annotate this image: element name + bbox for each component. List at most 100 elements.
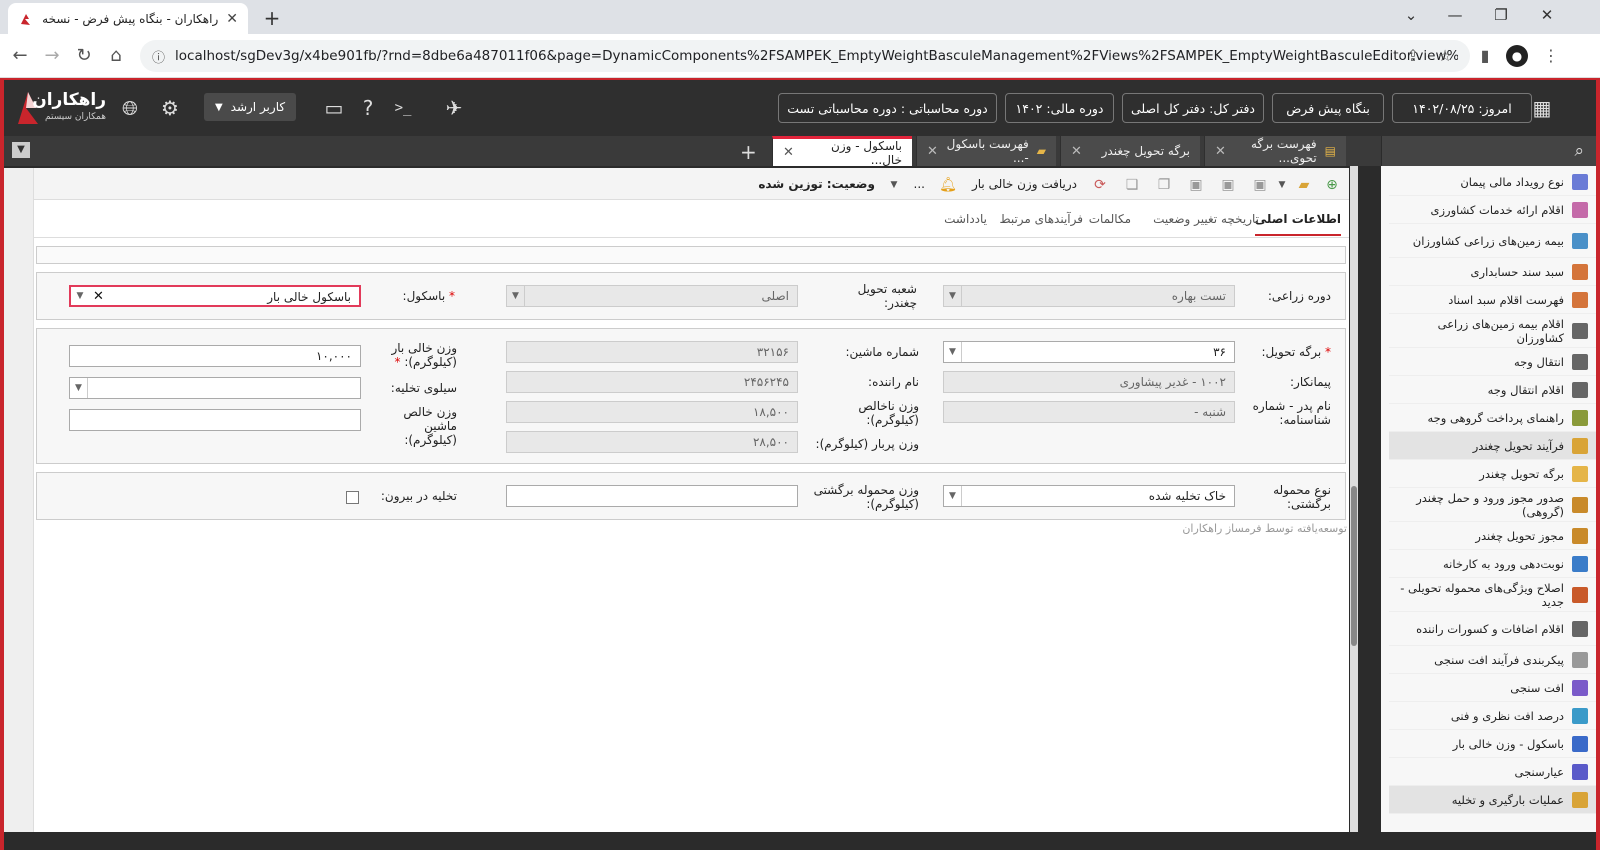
- bell-icon[interactable]: 🔔︎: [939, 176, 957, 194]
- sidebar-item[interactable]: افت سنجی: [1389, 674, 1596, 702]
- more-button[interactable]: ...: [914, 177, 925, 191]
- sidebar-item[interactable]: باسکول - وزن خالی بار: [1389, 730, 1596, 758]
- profile-avatar[interactable]: ●: [1506, 45, 1528, 67]
- delivery-sheet-select[interactable]: ۳۶ ▼: [943, 341, 1235, 363]
- sidebar-item[interactable]: اصلاح ویژگی‌های محموله تحویلی - جدید: [1389, 578, 1596, 612]
- star-icon[interactable]: ☆: [1434, 45, 1456, 67]
- sidebar-item[interactable]: اقلام اضافات و کسورات راننده: [1389, 612, 1596, 646]
- tab-main-info[interactable]: اطلاعات اصلی: [1254, 212, 1341, 236]
- new-tab-icon[interactable]: +: [260, 6, 284, 30]
- sidebar-item[interactable]: اقلام بیمه زمین‌های زراعی کشاورزان: [1389, 314, 1596, 348]
- chevron-down-icon[interactable]: ▼: [1273, 176, 1291, 194]
- info-icon[interactable]: ⓘ: [152, 47, 165, 66]
- sidebar-item[interactable]: سبد سند حسابداری: [1389, 258, 1596, 286]
- sidebar-item[interactable]: مجوز تحویل چغندر: [1389, 522, 1596, 550]
- chevron-down-icon[interactable]: ▼: [71, 287, 89, 305]
- tab-conversations[interactable]: مکالمات: [1089, 212, 1131, 234]
- unload-out-checkbox[interactable]: [346, 491, 359, 504]
- save-as-icon[interactable]: ▣: [1219, 176, 1237, 194]
- sidebar-scrollbar[interactable]: [1350, 166, 1358, 832]
- user-menu-button[interactable]: کاربر ارشد ▼: [204, 93, 296, 121]
- reload-icon[interactable]: ↻: [72, 44, 96, 68]
- terminal-icon[interactable]: >_: [389, 94, 417, 122]
- close-icon[interactable]: ✕: [1071, 144, 1082, 159]
- accounting-period-pill[interactable]: دوره محاسباتی : دوره محاسباتی تست: [778, 93, 997, 123]
- tab-bascule-list[interactable]: ▰ فهرست باسکول -... ✕: [916, 136, 1056, 166]
- crop-period-select[interactable]: تست بهاره ▼: [943, 285, 1235, 307]
- sidebar-item[interactable]: فهرست اقلام سبد اسناد: [1389, 286, 1596, 314]
- close-icon[interactable]: ✕: [226, 11, 238, 27]
- close-icon[interactable]: ✕: [783, 145, 794, 160]
- tab-related-processes[interactable]: فرآیندهای مرتبط: [999, 212, 1083, 234]
- sidebar-item[interactable]: عیارسنجی: [1389, 758, 1596, 786]
- chevron-down-icon[interactable]: ▼: [944, 342, 962, 362]
- fiscal-year-pill[interactable]: دوره مالی: ۱۴۰۲: [1005, 93, 1114, 123]
- inbox-icon[interactable]: ▭: [320, 94, 348, 122]
- sidebar-item[interactable]: اقلام انتقال وجه: [1389, 376, 1596, 404]
- sidebar-item[interactable]: راهنمای پرداخت گروهی وجه: [1389, 404, 1596, 432]
- add-tab-icon[interactable]: +: [740, 140, 757, 164]
- sidebar-item[interactable]: برگه تحویل چغندر: [1389, 460, 1596, 488]
- refresh-icon[interactable]: ⟳: [1091, 176, 1109, 194]
- sidebar-item[interactable]: اقلام ارائه خدمات کشاورزی: [1389, 196, 1596, 224]
- chevron-down-icon[interactable]: ▼: [507, 286, 525, 306]
- chevron-down-icon[interactable]: ▼: [944, 286, 962, 306]
- sidebar-item[interactable]: نوبت‌دهی ورود به کارخانه: [1389, 550, 1596, 578]
- branch-select[interactable]: اصلی ▼: [506, 285, 798, 307]
- apps-grid-icon[interactable]: ▦: [1528, 94, 1556, 122]
- return-type-select[interactable]: خاک تخلیه شده ▼: [943, 485, 1235, 507]
- minimize-icon[interactable]: —: [1440, 6, 1470, 24]
- sidebar-search[interactable]: ⌕: [1381, 136, 1596, 166]
- empty-weight-input[interactable]: ۱۰,۰۰۰: [69, 345, 361, 367]
- receive-empty-weight-button[interactable]: دریافت وزن خالی بار: [972, 177, 1077, 191]
- help-icon[interactable]: ?: [354, 94, 382, 122]
- home-icon[interactable]: ⌂: [104, 44, 128, 68]
- forward-icon[interactable]: →: [40, 44, 64, 68]
- scroll-thumb[interactable]: [1351, 486, 1357, 646]
- sidebar-item[interactable]: صدور مجوز ورود و حمل چغندر (گروهی): [1389, 488, 1596, 522]
- tab-delivery-sheet[interactable]: برگه تحویل چغندر ✕: [1060, 136, 1200, 166]
- tab-bascule-empty[interactable]: باسکول - وزن خال... ✕: [772, 136, 912, 167]
- address-bar[interactable]: ⓘ localhost/sgDev3g/x4be901fb/?rnd=8dbe6…: [140, 40, 1470, 72]
- tab-status-history[interactable]: تاریخچه تغییر وضعیت: [1153, 212, 1259, 234]
- bascule-input[interactable]: باسکول خالی بار ✕ ▼: [69, 285, 361, 307]
- silo-select[interactable]: ▼: [69, 377, 361, 399]
- tab-delivery-list[interactable]: ▤ فهرست برگه تحوی... ✕: [1204, 136, 1346, 166]
- sidebar-group-item[interactable]: عملیات بارگیری و تخلیه: [1389, 786, 1596, 814]
- company-pill[interactable]: بنگاه پیش فرض: [1272, 93, 1384, 123]
- back-icon[interactable]: ←: [8, 44, 32, 68]
- sidebar-item[interactable]: بیمه زمین‌های زراعی کشاورزان: [1389, 224, 1596, 258]
- tab-notes[interactable]: یادداشت: [944, 212, 987, 234]
- sidepanel-icon[interactable]: ▮: [1474, 45, 1496, 67]
- copy-icon[interactable]: ❐: [1155, 176, 1173, 194]
- chevron-down-icon[interactable]: ▼: [944, 486, 962, 506]
- save-icon[interactable]: ▣: [1251, 176, 1269, 194]
- close-icon[interactable]: ✕: [927, 144, 938, 159]
- sidebar-item[interactable]: پیکربندی فرآیند افت سنجی: [1389, 646, 1596, 674]
- return-weight-input[interactable]: [506, 485, 798, 507]
- chevron-down-icon[interactable]: ▼: [70, 378, 88, 398]
- clear-icon[interactable]: ✕: [93, 287, 104, 305]
- gear-icon[interactable]: ⚙: [156, 94, 184, 122]
- sidebar-item[interactable]: انتقال وجه: [1389, 348, 1596, 376]
- open-folder-icon[interactable]: ▰: [1295, 176, 1313, 194]
- chevron-down-icon[interactable]: ⌄: [1396, 6, 1426, 24]
- globe-icon[interactable]: 🌐︎: [116, 94, 144, 122]
- close-window-icon[interactable]: ✕: [1532, 6, 1562, 24]
- paste-icon[interactable]: ❏: [1123, 176, 1141, 194]
- menu-icon[interactable]: ⋮: [1540, 45, 1562, 67]
- close-icon[interactable]: ✕: [1215, 144, 1226, 159]
- rocket-icon[interactable]: ✈: [440, 94, 468, 122]
- new-icon[interactable]: ⊕: [1323, 176, 1341, 194]
- ledger-pill[interactable]: دفتر کل: دفتر کل اصلی: [1122, 93, 1264, 123]
- search-icon[interactable]: ⌕: [1574, 141, 1584, 161]
- sidebar-item[interactable]: نوع رویداد مالی پیمان: [1389, 168, 1596, 196]
- browser-tab[interactable]: راهکاران - بنگاه پیش فرض - نسخه ✕: [8, 3, 248, 34]
- tabs-dropdown-icon[interactable]: ▼: [12, 142, 30, 158]
- share-icon[interactable]: ⇪: [1402, 45, 1424, 67]
- save-close-icon[interactable]: ▣: [1187, 176, 1205, 194]
- maximize-icon[interactable]: ❐: [1486, 6, 1516, 24]
- sidebar-item[interactable]: درصد افت نظری و فنی: [1389, 702, 1596, 730]
- chevron-down-icon[interactable]: ▼: [885, 176, 903, 194]
- sidebar-group-item[interactable]: فرآیند تحویل چغندر: [1389, 432, 1596, 460]
